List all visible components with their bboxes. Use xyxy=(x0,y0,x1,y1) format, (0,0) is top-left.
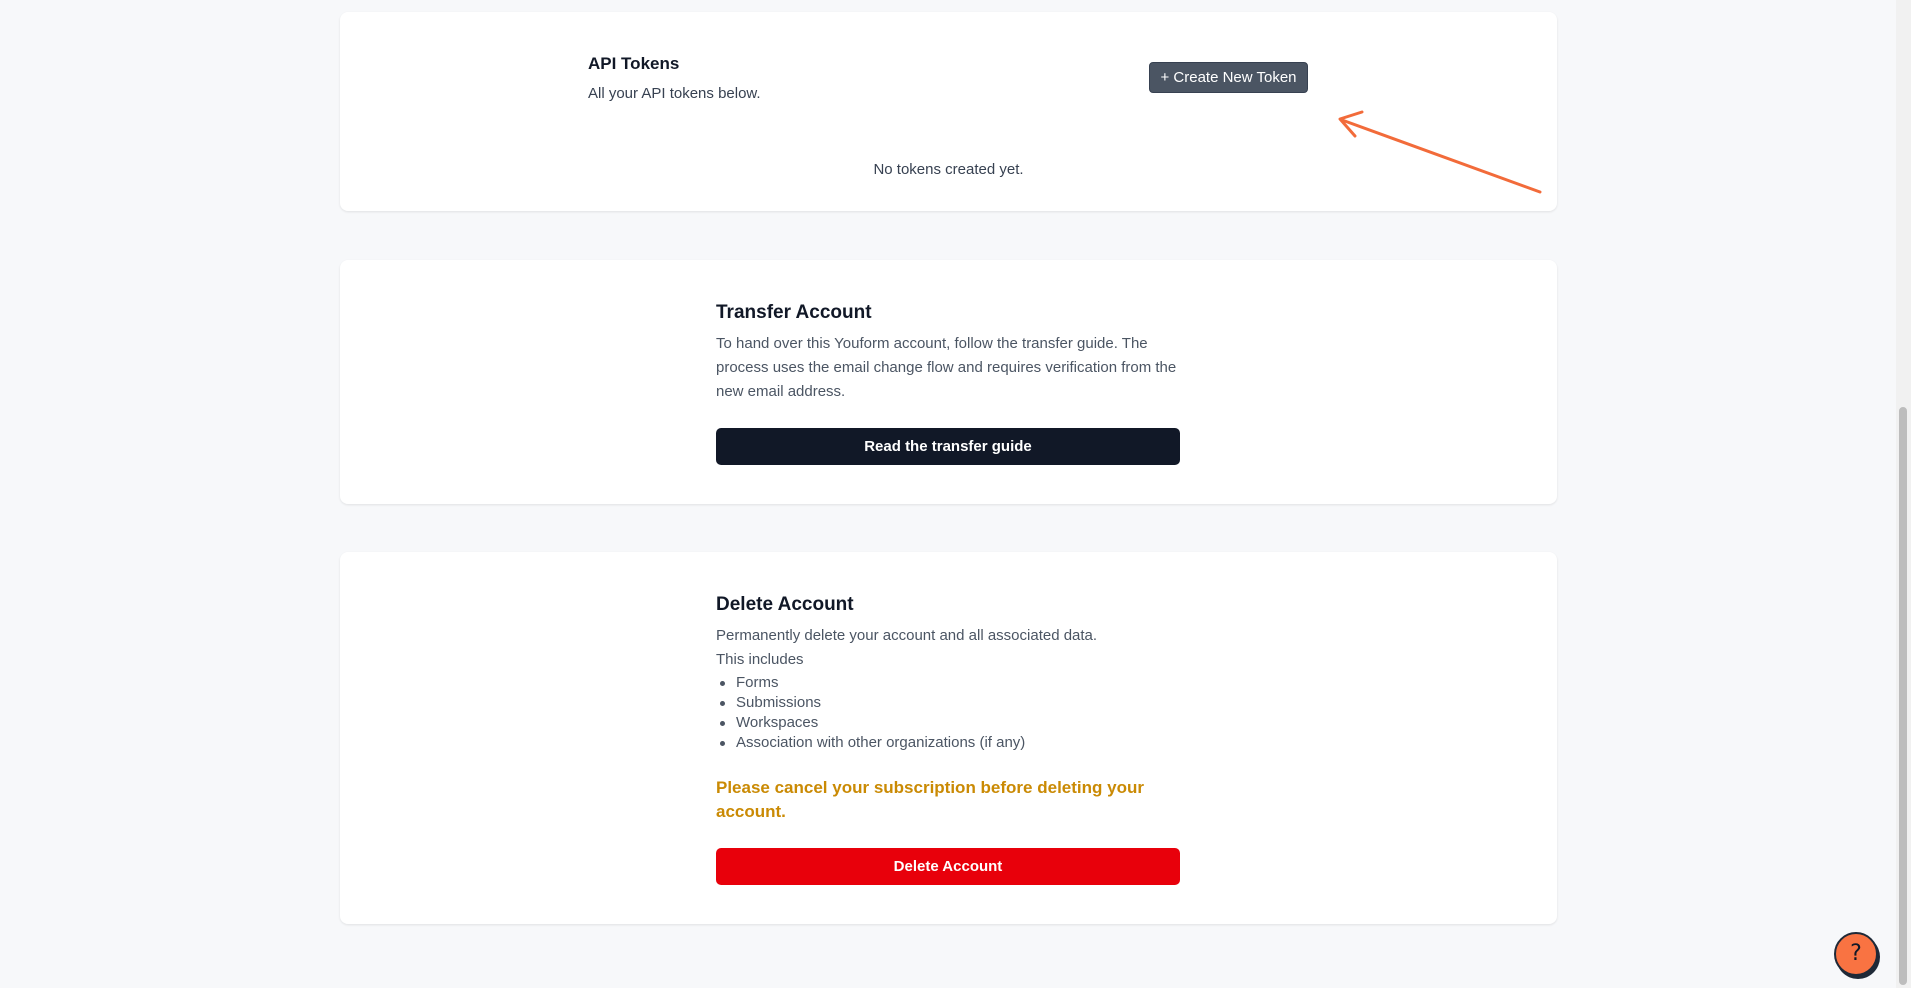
list-item: Forms xyxy=(719,673,1025,693)
delete-account-description: Permanently delete your account and all … xyxy=(716,627,1098,644)
delete-account-card: Delete Account Permanently delete your a… xyxy=(340,552,1557,924)
api-tokens-card: API Tokens All your API tokens below. + … xyxy=(340,12,1557,211)
page-scrollbar[interactable] xyxy=(1896,0,1911,988)
deleted-data-list: Forms Submissions Workspaces Association… xyxy=(719,673,1026,753)
read-transfer-guide-button[interactable]: Read the transfer guide xyxy=(716,428,1180,465)
transfer-account-description: To hand over this Youform account, follo… xyxy=(716,335,1177,400)
question-mark-icon: ? xyxy=(1850,941,1862,966)
list-item: Workspaces xyxy=(719,713,1025,733)
no-tokens-message: No tokens created yet. xyxy=(873,161,1024,178)
scrollbar-thumb[interactable] xyxy=(1899,407,1907,985)
settings-page: API Tokens All your API tokens below. + … xyxy=(0,0,1911,988)
transfer-account-title: Transfer Account xyxy=(716,302,872,323)
create-new-token-button[interactable]: + Create New Token xyxy=(1149,62,1308,93)
cancel-subscription-warning: Please cancel your subscription before d… xyxy=(716,778,1144,821)
list-item: Association with other organizations (if… xyxy=(719,734,1026,751)
transfer-account-card: Transfer Account To hand over this Youfo… xyxy=(340,260,1557,504)
includes-label: This includes xyxy=(716,651,804,668)
api-tokens-subtitle: All your API tokens below. xyxy=(588,85,761,102)
list-item: Submissions xyxy=(719,693,1025,713)
annotation-arrow-icon xyxy=(1338,110,1542,194)
help-button[interactable]: ? xyxy=(1834,932,1878,976)
delete-account-title: Delete Account xyxy=(716,594,854,615)
delete-account-button[interactable]: Delete Account xyxy=(716,848,1180,885)
api-tokens-title: API Tokens xyxy=(588,54,680,73)
